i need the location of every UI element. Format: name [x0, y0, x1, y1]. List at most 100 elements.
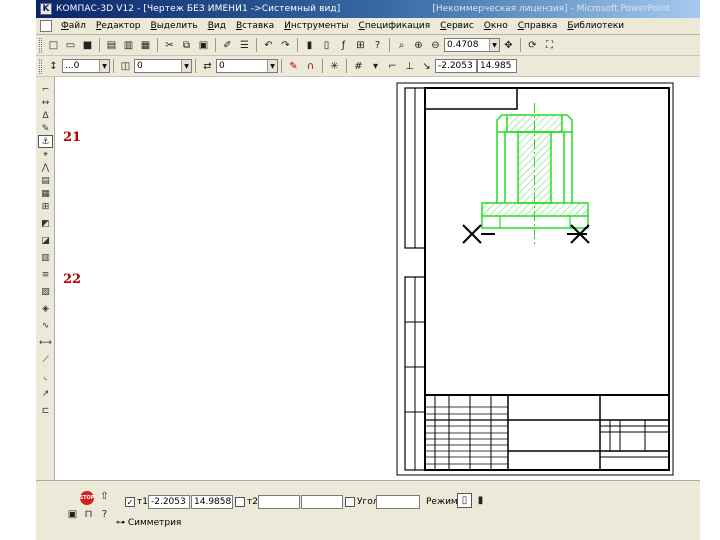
point1-x-field[interactable]: -2.2053: [148, 495, 190, 509]
help-icon[interactable]: ?: [97, 507, 112, 522]
redo-icon[interactable]: ↷: [278, 38, 293, 53]
zoom-in-icon[interactable]: ⊕: [411, 38, 426, 53]
undo-icon[interactable]: ↶: [261, 38, 276, 53]
spec-icon[interactable]: ▤: [38, 174, 53, 187]
grid-dropdown-icon[interactable]: ▾: [368, 59, 383, 74]
save-icon[interactable]: ■: [80, 38, 95, 53]
refresh-icon[interactable]: ⟳: [525, 38, 540, 53]
fragment-icon[interactable]: ◩: [38, 217, 53, 230]
coord-y-field[interactable]: 14.985: [477, 59, 517, 73]
new-document-icon[interactable]: □: [46, 38, 61, 53]
chevron-down-icon[interactable]: ▼: [181, 60, 191, 72]
tab-symmetry[interactable]: ⊶ Симметрия: [116, 518, 181, 528]
symbols-icon[interactable]: ∆: [38, 109, 53, 122]
parametrization-icon[interactable]: ⚓: [38, 135, 53, 148]
geometry-icon[interactable]: ⌐: [38, 83, 53, 96]
layer-combo[interactable]: 0 ▼: [134, 59, 192, 73]
step-icon[interactable]: ↕: [46, 59, 61, 74]
angle-checkbox[interactable]: [345, 497, 355, 507]
pan-icon[interactable]: ✥: [501, 38, 516, 53]
manager-icon[interactable]: ▮: [302, 38, 317, 53]
fill-icon[interactable]: ◈: [38, 302, 53, 315]
menu-select[interactable]: Выделить: [146, 21, 203, 31]
menu-window[interactable]: Окно: [479, 21, 513, 31]
help-cursor-icon[interactable]: ?: [370, 38, 385, 53]
magnet-icon[interactable]: ∩: [303, 59, 318, 74]
coord-x-field[interactable]: -2.2053: [435, 59, 477, 73]
step-combo[interactable]: ...0 ▼: [62, 59, 110, 73]
document-icon[interactable]: [40, 20, 52, 32]
stop-button[interactable]: STOP: [80, 491, 94, 505]
menu-service[interactable]: Сервис: [435, 21, 479, 31]
line-style-icon[interactable]: ≡: [38, 268, 53, 281]
point2-y-field[interactable]: [301, 495, 343, 509]
chamfer-icon[interactable]: ⟋: [38, 353, 53, 366]
view-icon[interactable]: ◪: [38, 234, 53, 247]
point1-checkbox[interactable]: ✓: [125, 497, 135, 507]
menu-view[interactable]: Вид: [203, 21, 231, 31]
menu-file[interactable]: Файл: [56, 21, 91, 31]
toolbar-grip[interactable]: [39, 58, 42, 74]
spline-icon[interactable]: ∿: [38, 319, 53, 332]
coord-icon[interactable]: ↘: [419, 59, 434, 74]
zoom-out-icon[interactable]: ⊖: [428, 38, 443, 53]
angle-field[interactable]: [376, 495, 420, 509]
chevron-down-icon[interactable]: ▼: [99, 60, 109, 72]
drawing-canvas[interactable]: [55, 77, 700, 480]
print-icon[interactable]: ▤: [104, 38, 119, 53]
menu-help[interactable]: Справка: [513, 21, 563, 31]
cursor-icon[interactable]: ✳: [327, 59, 342, 74]
toolbar-grip[interactable]: [39, 37, 42, 53]
library-icon[interactable]: ▯: [319, 38, 334, 53]
contour-icon[interactable]: ↗: [38, 387, 53, 400]
menu-libraries[interactable]: Библиотеки: [562, 21, 629, 31]
snap-icon[interactable]: ✎: [286, 59, 301, 74]
show-all-icon[interactable]: ⛶: [542, 38, 557, 53]
open-folder-icon[interactable]: ▭: [63, 38, 78, 53]
grid-toggle-icon[interactable]: #: [351, 59, 366, 74]
table-icon[interactable]: ▥: [38, 251, 53, 264]
fillet-icon[interactable]: ◟: [38, 370, 53, 383]
scale-icon[interactable]: ⇄: [200, 59, 215, 74]
edit-icon[interactable]: ✎: [38, 122, 53, 135]
print-preview-icon[interactable]: ▥: [121, 38, 136, 53]
zoom-window-icon[interactable]: ⌕: [394, 38, 409, 53]
point1-y-field[interactable]: 14.9858: [191, 495, 233, 509]
insert-icon[interactable]: ⊞: [38, 200, 53, 213]
dimensions-icon[interactable]: ↔: [38, 96, 53, 109]
measure-icon[interactable]: ⌖: [38, 148, 53, 161]
report-icon[interactable]: ▦: [38, 187, 53, 200]
ortho-icon[interactable]: ⊥: [402, 59, 417, 74]
grid-icon[interactable]: ⊞: [353, 38, 368, 53]
chevron-down-icon[interactable]: ▼: [267, 60, 277, 72]
menu-insert[interactable]: Вставка: [231, 21, 279, 31]
app-window: K КОМПАС-3D V12 - [Чертеж БЕЗ ИМЕНИ1 ->С…: [36, 0, 700, 540]
drawing-workspace[interactable]: 21 22: [55, 77, 700, 480]
hatch-icon[interactable]: ▧: [38, 285, 53, 298]
menu-tools[interactable]: Инструменты: [279, 21, 353, 31]
list-icon[interactable]: ☰: [237, 38, 252, 53]
menu-editor[interactable]: Редактор: [91, 21, 146, 31]
copy-icon[interactable]: ⧉: [179, 38, 194, 53]
scale-combo[interactable]: 0 ▼: [216, 59, 278, 73]
paste-icon[interactable]: ▣: [196, 38, 211, 53]
chevron-down-icon[interactable]: ▼: [489, 39, 499, 51]
mode-move-icon[interactable]: ▮: [473, 493, 488, 508]
dimension-tool-icon[interactable]: ⟷: [38, 336, 53, 349]
panel-icon[interactable]: ▣: [65, 507, 80, 522]
page-setup-icon[interactable]: ▦: [138, 38, 153, 53]
layer-icon[interactable]: ◫: [118, 59, 133, 74]
properties-icon[interactable]: ✐: [220, 38, 235, 53]
text-tool-icon[interactable]: ⊏: [38, 404, 53, 417]
point2-x-field[interactable]: [258, 495, 300, 509]
cut-icon[interactable]: ✂: [162, 38, 177, 53]
menu-specification[interactable]: Спецификация: [354, 21, 436, 31]
auto-create-icon[interactable]: ⇧: [97, 489, 112, 504]
point2-checkbox[interactable]: [235, 497, 245, 507]
local-cs-icon[interactable]: ⌐: [385, 59, 400, 74]
variables-icon[interactable]: ƒ: [336, 38, 351, 53]
split-icon[interactable]: ⊓: [81, 507, 96, 522]
select-icon[interactable]: ⋀: [38, 161, 53, 174]
zoom-combo[interactable]: 0.4708 ▼: [444, 38, 500, 52]
mode-copy-icon[interactable]: ▯: [457, 493, 472, 508]
